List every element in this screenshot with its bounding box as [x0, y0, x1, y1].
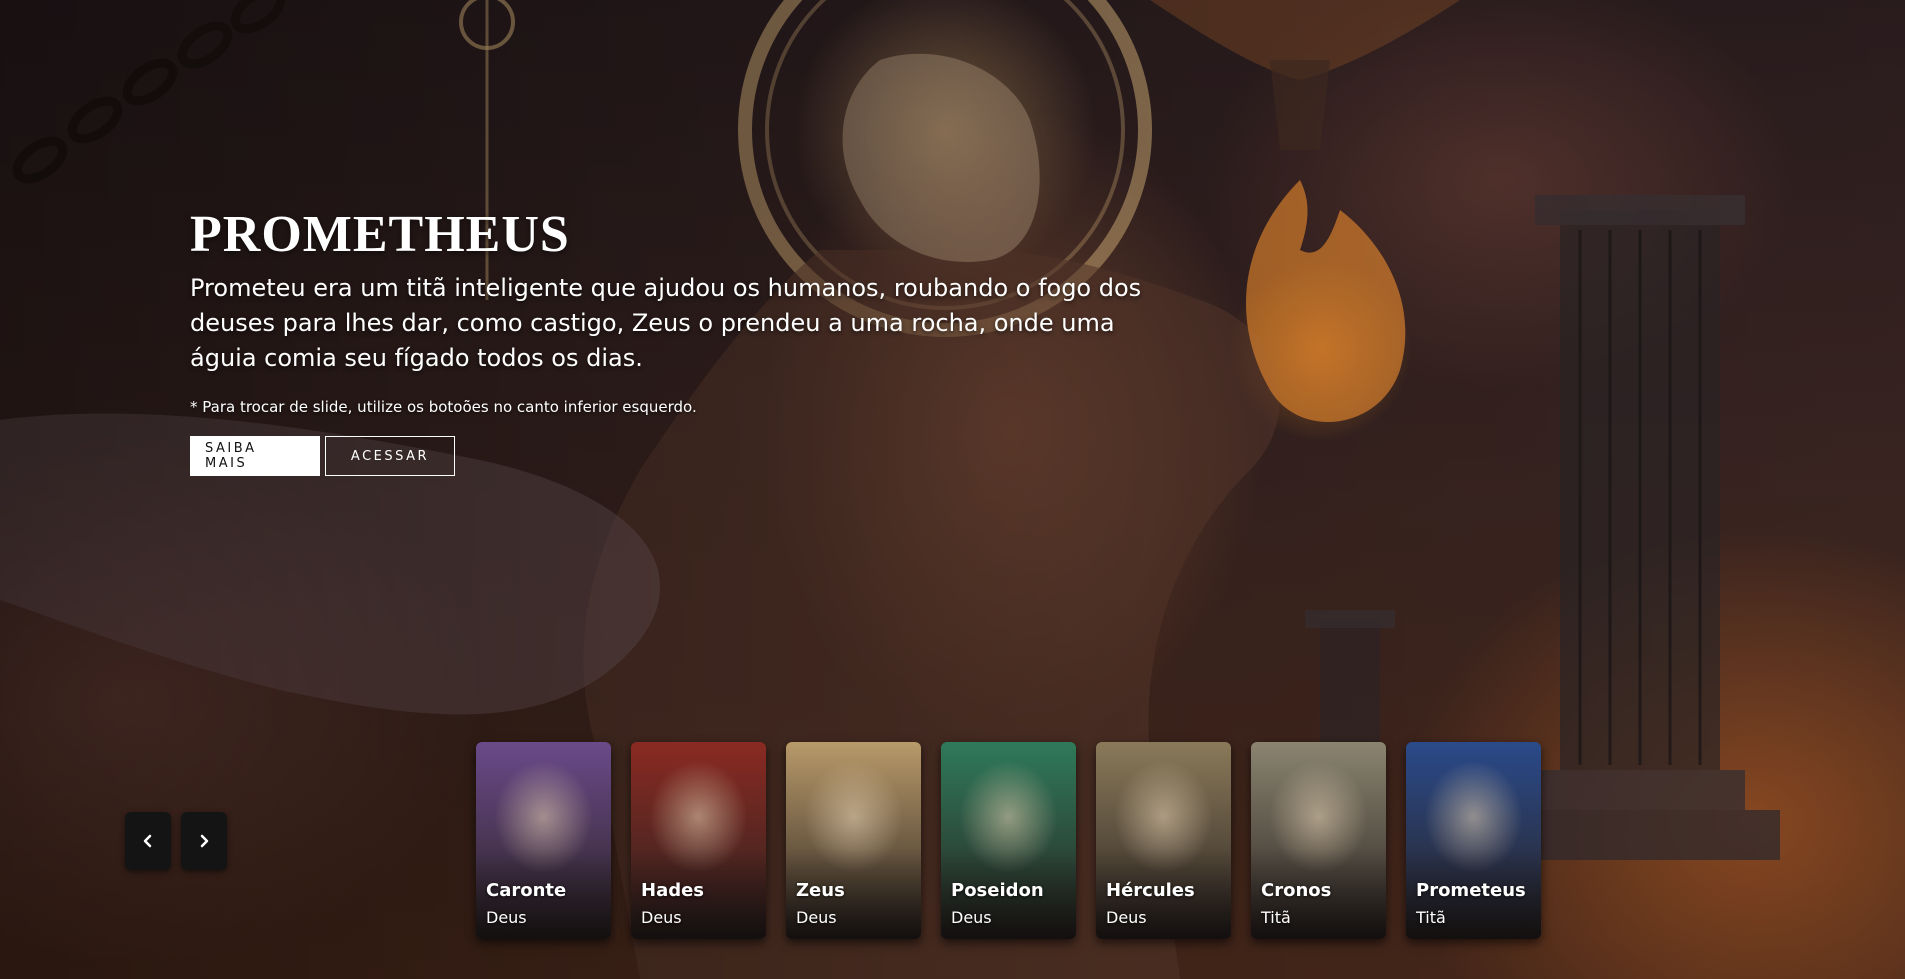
character-card-cronos[interactable]: Cronos Titã: [1251, 742, 1386, 939]
next-slide-button[interactable]: [181, 812, 227, 870]
chevron-left-icon: [143, 834, 152, 848]
card-type: Deus: [486, 908, 527, 927]
card-name: Poseidon: [951, 880, 1044, 901]
card-name: Caronte: [486, 880, 567, 901]
previous-slide-button[interactable]: [125, 812, 171, 870]
saiba-mais-button[interactable]: SAIBA MAIS: [190, 436, 320, 476]
character-card-prometeus[interactable]: Prometeus Titã: [1406, 742, 1541, 939]
card-type: Deus: [1106, 908, 1147, 927]
card-type: Titã: [1261, 908, 1291, 927]
hero-buttons: SAIBA MAIS ACESSAR: [190, 436, 1170, 476]
hero-title: PROMETHEUS: [190, 206, 570, 263]
card-type: Deus: [641, 908, 682, 927]
acessar-button[interactable]: ACESSAR: [325, 436, 455, 476]
chevron-right-icon: [200, 834, 209, 848]
card-name: Prometeus: [1416, 880, 1526, 901]
slide-instruction-note: * Para trocar de slide, utilize os botoõ…: [190, 398, 697, 416]
character-card-poseidon[interactable]: Poseidon Deus: [941, 742, 1076, 939]
card-name: Cronos: [1261, 880, 1332, 901]
character-card-zeus[interactable]: Zeus Deus: [786, 742, 921, 939]
slide-navigation: [125, 812, 227, 870]
hero-description: Prometeu era um titã inteligente que aju…: [190, 274, 1142, 372]
character-card-hades[interactable]: Hades Deus: [631, 742, 766, 939]
card-name: Hércules: [1106, 880, 1195, 901]
character-card-caronte[interactable]: Caronte Deus: [476, 742, 611, 939]
character-card-hercules[interactable]: Hércules Deus: [1096, 742, 1231, 939]
card-type: Deus: [951, 908, 992, 927]
card-name: Hades: [641, 880, 705, 901]
card-name: Zeus: [796, 880, 845, 901]
card-type: Titã: [1416, 908, 1446, 927]
character-card-list: Caronte Deus Hades Deus Zeus Deus Poseid…: [476, 742, 1541, 939]
hero-content: PROMETHEUS Prometeu era um titã intelige…: [190, 205, 1170, 476]
card-type: Deus: [796, 908, 837, 927]
